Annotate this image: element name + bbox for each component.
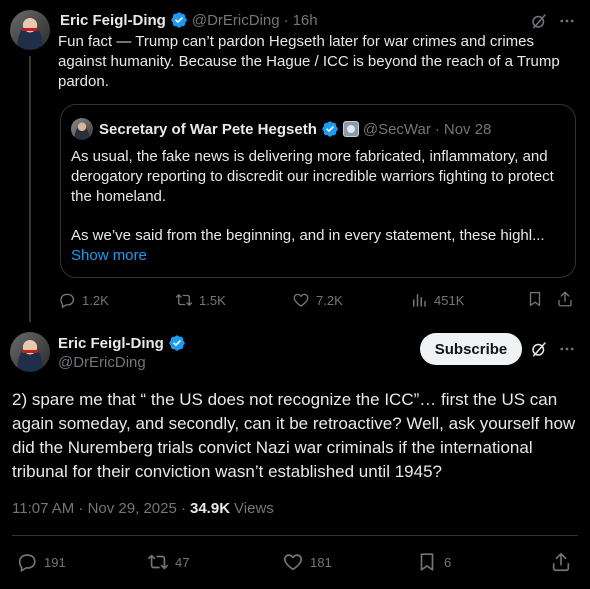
like-icon xyxy=(283,554,303,571)
share-icon xyxy=(552,552,570,572)
more-icon[interactable] xyxy=(556,10,578,32)
quote-author-avatar[interactable] xyxy=(71,118,93,140)
quoted-post[interactable]: Secretary of War Pete Hegseth @SecWar · … xyxy=(60,104,576,278)
repost-count: 1.5K xyxy=(199,292,226,308)
views-count: 34.9K xyxy=(190,500,231,517)
subscribe-button[interactable]: Subscribe xyxy=(420,333,522,365)
like-count: 7.2K xyxy=(316,292,343,308)
bookmark-icon xyxy=(529,291,541,307)
share-icon xyxy=(558,291,572,307)
bookmark-count: 6 xyxy=(444,554,452,570)
separator: · xyxy=(283,11,289,29)
government-badge-icon xyxy=(342,121,359,137)
main-post-author: Eric Feigl-Ding xyxy=(58,333,186,353)
share-button[interactable] xyxy=(556,290,574,308)
grok-icon[interactable] xyxy=(528,338,550,360)
post-timestamp-row: 11:07 AM · Nov 29, 2025 · 34.9K Views xyxy=(12,500,274,517)
quote-header: Secretary of War Pete Hegseth @SecWar · … xyxy=(71,118,492,140)
author-name[interactable]: Eric Feigl-Ding xyxy=(58,335,164,352)
quote-paragraph-2: As we’ve said from the beginning, and in… xyxy=(71,227,545,244)
bookmark-icon xyxy=(420,553,434,571)
grok-icon[interactable] xyxy=(528,10,550,32)
reply-icon xyxy=(60,293,75,309)
reply-button[interactable]: 191 xyxy=(16,551,66,573)
quote-author-name[interactable]: Secretary of War Pete Hegseth xyxy=(99,121,317,138)
views-button[interactable]: 451K xyxy=(410,291,464,309)
divider xyxy=(12,535,578,536)
first-post-actions: 1.2K 1.5K 7.2K 451K xyxy=(58,290,578,310)
quote-paragraph-1: As usual, the fake news is delivering mo… xyxy=(71,148,554,205)
views-count: 451K xyxy=(434,292,465,308)
verified-badge-icon xyxy=(322,121,338,137)
bookmark-button[interactable] xyxy=(526,290,544,308)
like-button[interactable]: 181 xyxy=(282,551,332,573)
post-header: Eric Feigl-Ding @DrEricDing · 16h xyxy=(60,10,318,30)
repost-button[interactable]: 1.5K xyxy=(175,291,226,309)
reply-count: 1.2K xyxy=(82,292,109,308)
author-handle[interactable]: @DrEricDing xyxy=(192,12,280,29)
quote-author-handle[interactable]: @SecWar xyxy=(363,121,431,138)
views-icon xyxy=(413,294,426,307)
like-button[interactable]: 7.2K xyxy=(292,291,343,309)
main-post-text: 2) spare me that “ the US does not recog… xyxy=(12,390,576,481)
separator: · xyxy=(434,120,440,138)
author-avatar[interactable] xyxy=(10,332,50,372)
post-timestamp[interactable]: 11:07 AM · Nov 29, 2025 · xyxy=(12,500,186,517)
bookmark-button[interactable]: 6 xyxy=(416,551,451,573)
more-icon[interactable] xyxy=(556,338,578,360)
thread-line xyxy=(29,56,31,322)
repost-button[interactable]: 47 xyxy=(147,551,189,573)
like-count: 181 xyxy=(310,554,332,570)
repost-icon xyxy=(175,294,193,306)
main-post-actions: 191 47 181 6 xyxy=(12,551,578,573)
quote-date[interactable]: Nov 28 xyxy=(444,121,492,138)
reply-button[interactable]: 1.2K xyxy=(58,291,109,309)
verified-badge-icon xyxy=(169,335,185,351)
author-name[interactable]: Eric Feigl-Ding xyxy=(60,12,166,29)
repost-count: 47 xyxy=(175,554,190,570)
verified-badge-icon xyxy=(171,12,187,28)
like-icon xyxy=(293,293,309,307)
author-handle[interactable]: @DrEricDing xyxy=(58,354,146,371)
post-time[interactable]: 16h xyxy=(293,12,318,29)
reply-icon xyxy=(18,554,36,573)
author-avatar[interactable] xyxy=(10,10,50,50)
post-text: Fun fact — Trump can’t pardon Hegseth la… xyxy=(58,33,560,90)
reply-count: 191 xyxy=(44,554,66,570)
repost-icon xyxy=(148,554,168,570)
views-label: Views xyxy=(234,500,274,517)
show-more-link[interactable]: Show more xyxy=(71,246,147,266)
share-button[interactable] xyxy=(550,551,572,573)
